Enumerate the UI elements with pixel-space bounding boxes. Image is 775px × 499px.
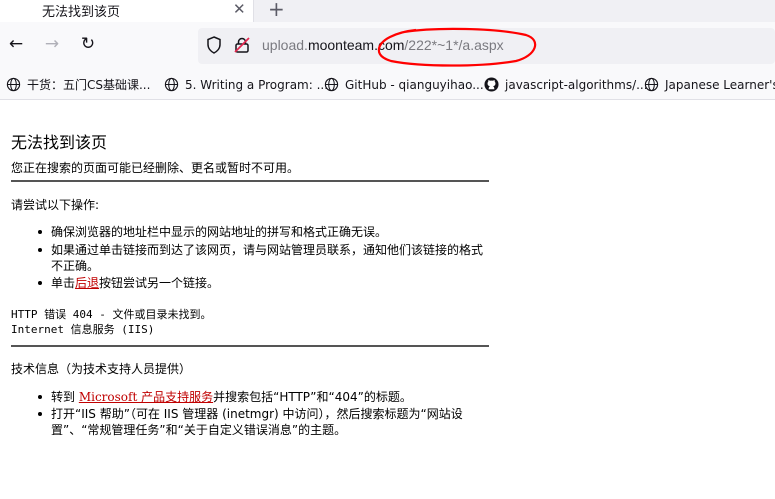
error-line: HTTP 错误 404 - 文件或目录未找到。 bbox=[11, 308, 212, 321]
active-tab[interactable]: 无法找到该页 ✕ bbox=[0, 0, 254, 22]
back-item-text: 单击 bbox=[51, 276, 76, 290]
url-subdomain: upload. bbox=[262, 37, 308, 53]
reload-icon[interactable]: ↻ bbox=[76, 32, 100, 56]
divider bbox=[11, 180, 489, 182]
list-item: 转到 Microsoft 产品支持服务并搜索包括“HTTP”和“404”的标题。 bbox=[38, 389, 491, 405]
globe-icon bbox=[644, 77, 659, 92]
insecure-lock-icon[interactable] bbox=[234, 37, 250, 53]
bookmark-label: GitHub - qianguyihao... bbox=[345, 78, 484, 92]
bookmark-label: Japanese Learner's Di bbox=[665, 78, 775, 92]
page-title: 无法找到该页 bbox=[11, 133, 108, 152]
ms-support-link[interactable]: Microsoft 产品支持服务 bbox=[79, 390, 213, 404]
tech-item-text: 转到 bbox=[51, 390, 79, 404]
back-item-text: 按钮尝试另一个链接。 bbox=[99, 276, 220, 290]
bookmark-item[interactable]: Japanese Learner's Di bbox=[644, 76, 775, 94]
bookmarks-toolbar: 干货：五门CS基础课... 5. Writing a Program: ... … bbox=[0, 70, 775, 100]
list-item: 确保浏览器的地址栏中显示的网站地址的拼写和格式正确无误。 bbox=[38, 224, 491, 240]
forward-icon[interactable]: → bbox=[40, 32, 64, 56]
tab-title: 无法找到该页 bbox=[42, 5, 121, 20]
bookmark-label: 5. Writing a Program: ... bbox=[185, 78, 329, 92]
tab-strip: 无法找到该页 ✕ + bbox=[0, 0, 775, 22]
bookmark-label: 干货：五门CS基础课... bbox=[27, 78, 151, 92]
tech-item-text: 并搜索包括“HTTP”和“404”的标题。 bbox=[213, 390, 412, 404]
github-icon bbox=[484, 77, 499, 92]
globe-icon bbox=[164, 77, 179, 92]
list-item: 打开“IIS 帮助”（可在 IIS 管理器 (inetmgr) 中访问），然后搜… bbox=[38, 406, 491, 438]
shield-icon[interactable] bbox=[206, 36, 222, 54]
bookmark-item[interactable]: 5. Writing a Program: ... bbox=[164, 76, 328, 94]
tech-heading: 技术信息（为技术支持人员提供） bbox=[11, 362, 192, 376]
server-line: Internet 信息服务 (IIS) bbox=[11, 323, 155, 336]
annotation-circle bbox=[377, 27, 537, 67]
new-tab-icon[interactable]: + bbox=[268, 0, 285, 21]
bookmark-item[interactable]: 干货：五门CS基础课... bbox=[6, 76, 150, 94]
back-icon[interactable]: ← bbox=[4, 32, 28, 56]
list-item: 单击后退按钮尝试另一个链接。 bbox=[38, 275, 491, 291]
bookmark-item[interactable]: GitHub - qianguyihao... bbox=[324, 76, 484, 94]
close-tab-icon[interactable]: ✕ bbox=[233, 0, 246, 18]
globe-icon bbox=[6, 77, 21, 92]
bookmark-label: javascript-algorithms/... bbox=[505, 78, 648, 92]
back-link[interactable]: 后退 bbox=[75, 276, 99, 290]
intro-text: 您正在搜索的页面可能已经删除、更名或暂时不可用。 bbox=[11, 161, 300, 175]
globe-icon bbox=[324, 77, 339, 92]
try-heading: 请尝试以下操作: bbox=[11, 198, 100, 212]
divider bbox=[11, 345, 489, 347]
list-item: 如果通过单击链接而到达了该网页，请与网站管理员联系，通知他们该链接的格式不正确。 bbox=[38, 242, 491, 274]
bookmark-item[interactable]: javascript-algorithms/... bbox=[484, 76, 648, 94]
